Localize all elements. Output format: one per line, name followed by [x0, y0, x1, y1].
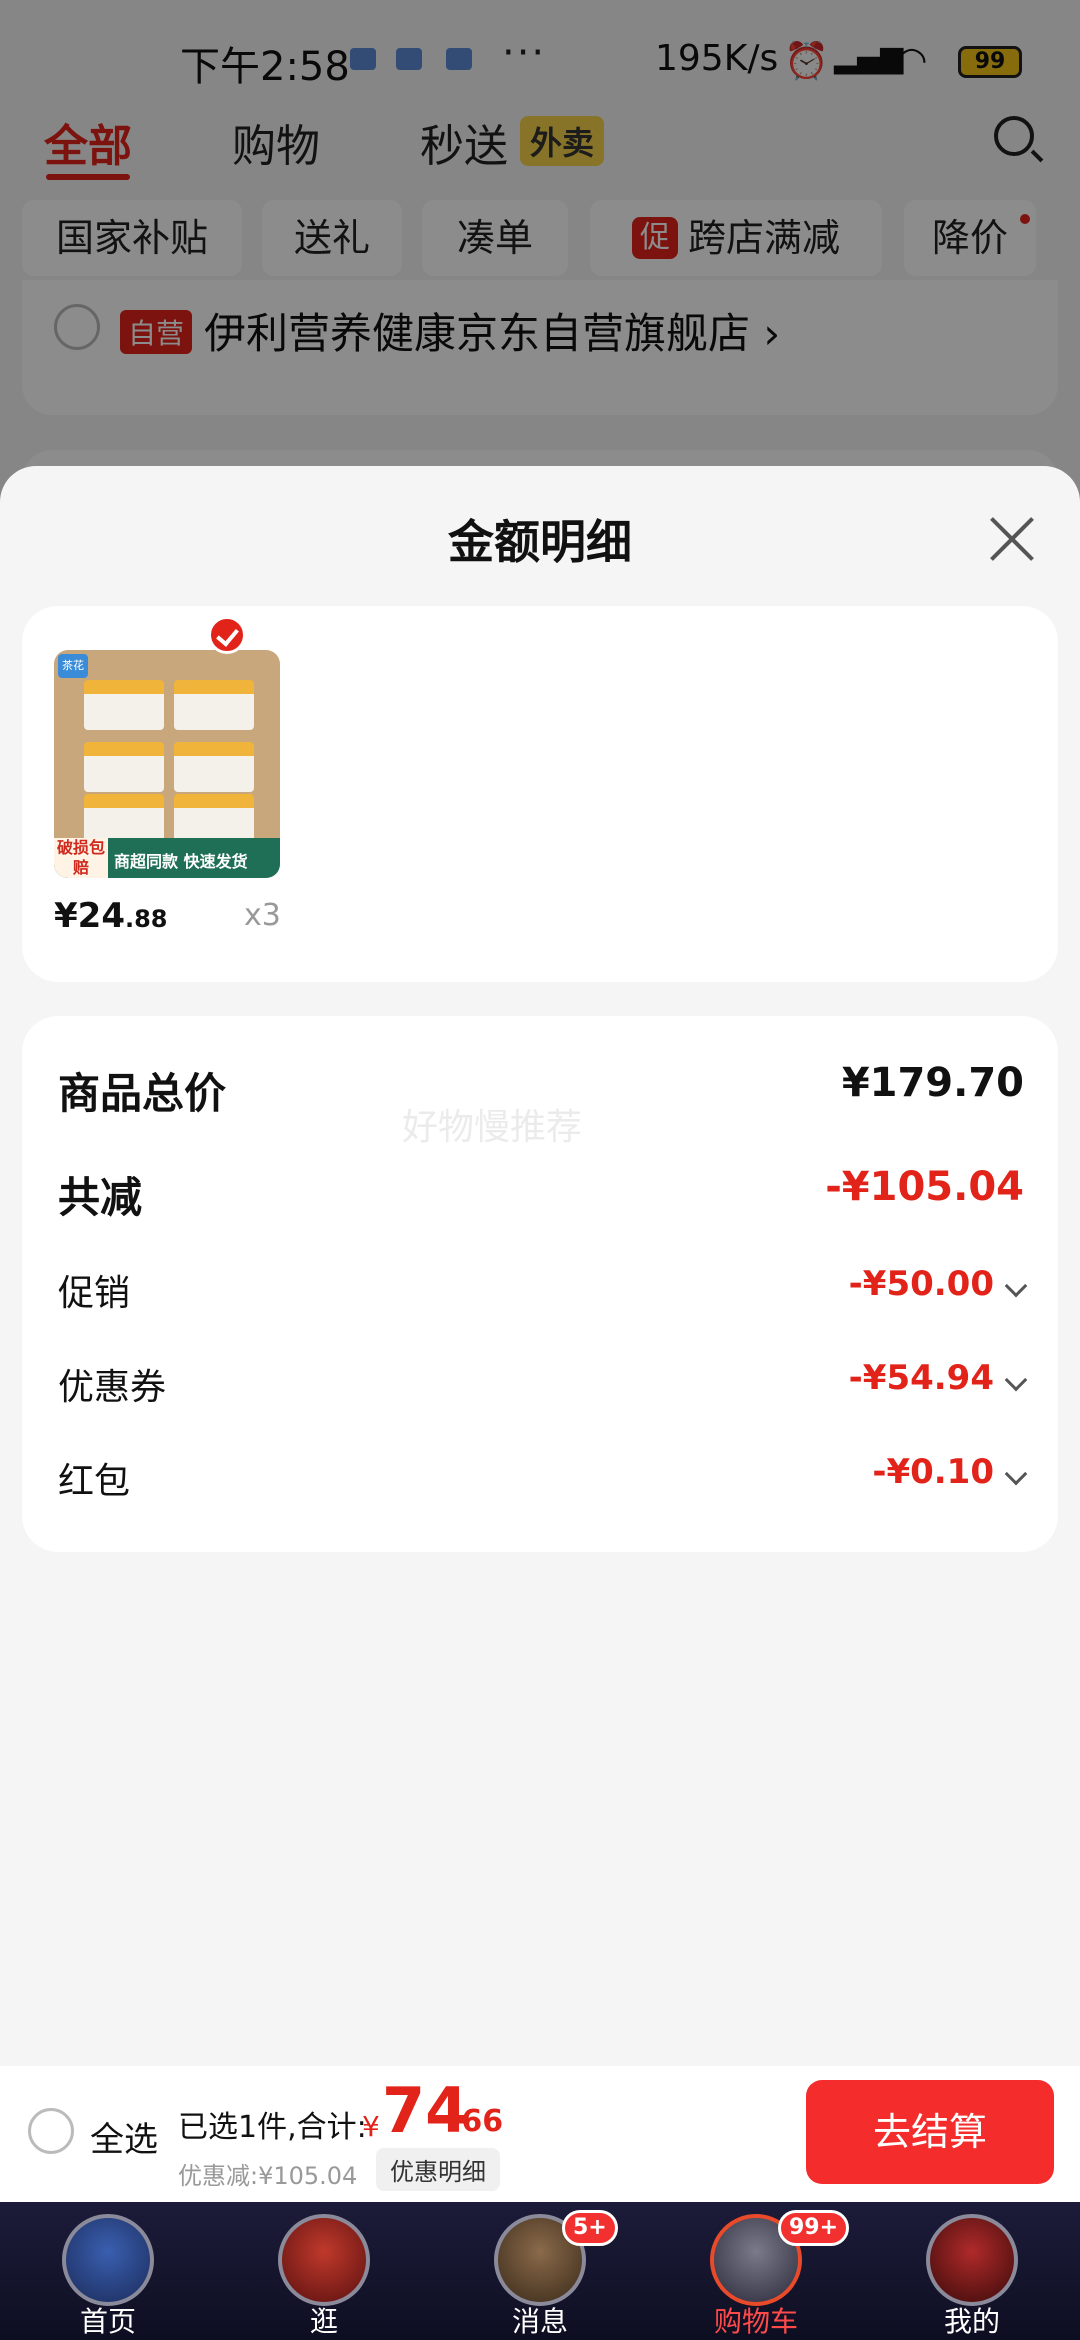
- checkout-button[interactable]: 去结算: [806, 2080, 1054, 2184]
- tab-label: 我的: [943, 2305, 1000, 2338]
- damage-guarantee-badge: 破损包赔: [54, 838, 108, 878]
- row-total-price: 商品总价 ¥179.70: [58, 1060, 1024, 1120]
- brand-logo-icon: 茶花: [58, 654, 88, 678]
- product-image-drawer: [174, 742, 254, 792]
- tab-label: 消息: [511, 2305, 568, 2338]
- row-label: 商品总价: [58, 1069, 227, 1118]
- product-image-drawer: [84, 680, 164, 730]
- row-value: -¥105.04: [825, 1164, 1024, 1210]
- tab-label: 首页: [79, 2305, 136, 2338]
- tab-home[interactable]: 首页: [18, 2202, 198, 2340]
- row-label: 红包: [58, 1461, 131, 1502]
- row-label: 优惠券: [58, 1367, 167, 1408]
- selected-check-icon[interactable]: [208, 616, 246, 654]
- price-dec: .88: [124, 905, 168, 933]
- product-card: 茶花 商超同款 快速发货 破损包赔 ¥24.88 x3: [22, 606, 1058, 982]
- row-coupon[interactable]: 优惠券 -¥54.94: [58, 1358, 1028, 1418]
- row-promotion[interactable]: 促销 -¥50.00: [58, 1264, 1028, 1324]
- price-int: ¥24: [54, 896, 125, 936]
- product-price: ¥24.88: [54, 896, 168, 936]
- tab-label: 逛: [309, 2305, 338, 2338]
- chevron-down-icon[interactable]: [1004, 1368, 1028, 1392]
- tab-messages[interactable]: 5+ 消息: [450, 2202, 630, 2340]
- row-label: 促销: [58, 1273, 131, 1314]
- product-image-drawer: [84, 742, 164, 792]
- sheet-title: 金额明细: [448, 515, 632, 569]
- unread-badge: 5+: [562, 2210, 618, 2246]
- row-value: ¥179.70: [841, 1060, 1024, 1106]
- discount-detail-button[interactable]: 优惠明细: [376, 2148, 500, 2191]
- product-image[interactable]: 茶花 商超同款 快速发货 破损包赔: [54, 650, 280, 878]
- select-all-radio[interactable]: [28, 2108, 74, 2154]
- tab-cart[interactable]: 99+ 购物车: [666, 2202, 850, 2340]
- banner-text: 商超同款 快速发货: [114, 852, 248, 871]
- row-red-packet[interactable]: 红包 -¥0.10: [58, 1452, 1028, 1512]
- cart-count-badge: 99+: [778, 2210, 850, 2246]
- row-total-discount: 共减 -¥105.04: [58, 1164, 1024, 1224]
- price-summary-card: 好物慢推荐 商品总价 ¥179.70 共减 -¥105.04 促销 -¥50.0…: [22, 1016, 1058, 1552]
- chevron-down-icon[interactable]: [1004, 1274, 1028, 1298]
- close-icon[interactable]: [990, 516, 1036, 562]
- product-image-drawer: [84, 794, 164, 844]
- select-all-label[interactable]: 全选: [90, 2112, 158, 2161]
- row-value: -¥54.94: [848, 1358, 994, 1398]
- discount-text: 优惠减:¥105.04: [178, 2162, 358, 2190]
- checkout-bar: 全选 已选1件,合计: ¥ 74 .66 优惠减:¥105.04 优惠明细 去结…: [0, 2066, 1080, 2202]
- row-value: -¥0.10: [872, 1452, 994, 1492]
- selected-count-text: 已选1件,合计:: [178, 2110, 367, 2145]
- captain-america-avatar-icon: [62, 2214, 154, 2306]
- product-image-drawer: [174, 680, 254, 730]
- row-label: 共减: [58, 1173, 143, 1222]
- amount-detail-sheet: 金额明细 茶花 商超同款 快速发货 破损包赔 ¥24.88 x3 好物慢推荐 商…: [0, 466, 1080, 2066]
- bottom-tab-bar: 首页 逛 5+ 消息 99+ 购物车 我的: [0, 2202, 1080, 2340]
- product-quantity: x3: [244, 898, 281, 933]
- currency-symbol: ¥: [362, 2110, 380, 2143]
- tab-label: 购物车: [713, 2305, 798, 2338]
- ant-man-avatar-icon: [926, 2214, 1018, 2306]
- tab-explore[interactable]: 逛: [234, 2202, 414, 2340]
- chevron-down-icon[interactable]: [1004, 1462, 1028, 1486]
- tab-me[interactable]: 我的: [882, 2202, 1062, 2340]
- total-decimal: .66: [450, 2104, 504, 2139]
- iron-man-avatar-icon: [278, 2214, 370, 2306]
- product-image-drawer: [174, 794, 254, 844]
- row-value: -¥50.00: [848, 1264, 994, 1304]
